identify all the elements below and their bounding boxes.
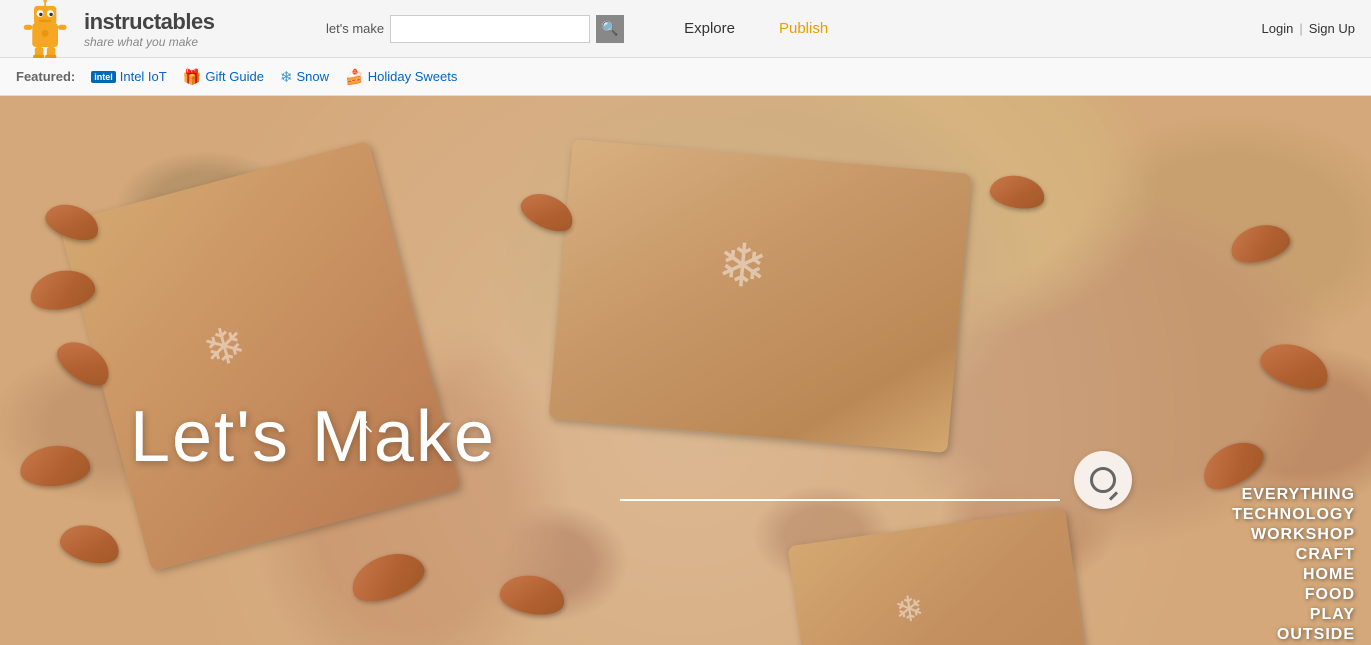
publish-nav-button[interactable]: Publish [759,14,848,43]
login-button[interactable]: Login [1262,21,1294,36]
featured-gift-guide[interactable]: 🎁 Gift Guide [183,68,264,86]
hero-section: Let's Make EVERYTHING TECHNOLOGY WORKSHO… [0,96,1371,645]
category-food[interactable]: FOOD [1305,586,1355,604]
category-craft[interactable]: CRAFT [1296,546,1355,564]
category-technology[interactable]: TECHNOLOGY [1232,506,1355,524]
gift-icon: 🎁 [183,68,202,86]
site-tagline: share what you make [84,35,214,49]
search-area: let's make 🔍 [326,15,624,43]
featured-intel-iot[interactable]: intel Intel IoT [91,69,166,84]
logo-text-area: instructables share what you make [84,9,214,49]
nav-links: Explore Publish [664,14,848,43]
category-play[interactable]: PLAY [1310,606,1355,624]
category-home[interactable]: HOME [1303,566,1355,584]
hero-search-button[interactable] [1074,451,1132,509]
cake-icon: 🍰 [345,68,364,86]
signup-button[interactable]: Sign Up [1309,21,1355,36]
header: instructables share what you make let's … [0,0,1371,58]
featured-label: Featured: [16,69,75,84]
hero-search-area [620,451,1132,509]
cookie-shape-2 [549,139,972,453]
auth-area: Login | Sign Up [1262,21,1355,36]
logo-area: instructables share what you make [16,0,316,59]
search-label: let's make [326,21,384,36]
featured-holiday-sweets[interactable]: 🍰 Holiday Sweets [345,68,457,86]
category-workshop[interactable]: WORKSHOP [1251,526,1355,544]
featured-bar: Featured: intel Intel IoT 🎁 Gift Guide ❄… [0,58,1371,96]
featured-intel-label: Intel IoT [120,69,167,84]
featured-snow[interactable]: ❄ Snow [280,68,329,86]
search-icon: 🔍 [601,20,618,37]
category-everything[interactable]: EVERYTHING [1242,486,1355,504]
category-nav: EVERYTHING TECHNOLOGY WORKSHOP CRAFT HOM… [1232,486,1371,644]
search-input[interactable] [390,15,590,43]
hero-search-input[interactable] [620,459,1060,501]
hero-heading: Let's Make [130,396,496,478]
featured-snow-label: Snow [297,69,330,84]
featured-sweets-label: Holiday Sweets [368,69,458,84]
magnifier-icon [1090,467,1116,493]
auth-divider: | [1299,21,1302,36]
featured-gift-label: Gift Guide [205,69,264,84]
category-outside[interactable]: OUTSIDE [1277,626,1355,644]
explore-nav-button[interactable]: Explore [664,14,755,43]
intel-icon: intel [91,71,116,83]
snowflake-icon: ❄ [280,68,293,86]
search-button[interactable]: 🔍 [596,15,624,43]
logo-robot-icon [16,0,76,59]
site-logo-name[interactable]: instructables [84,9,214,35]
